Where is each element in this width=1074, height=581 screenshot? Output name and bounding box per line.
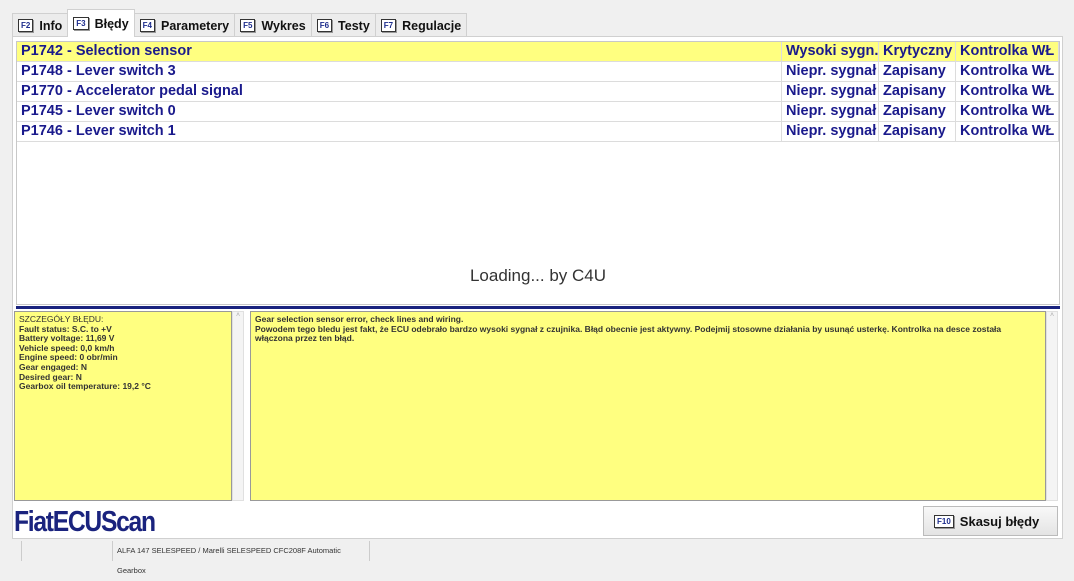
- fault-type: Niepr. sygnał: [782, 102, 879, 121]
- fault-status: Zapisany: [879, 82, 956, 101]
- app-logo: FiatECUScan: [14, 506, 156, 538]
- fault-lamp: Kontrolka WŁ: [956, 122, 1059, 141]
- fault-code: P1742 - Selection sensor: [17, 42, 782, 61]
- description-line: Powodem tego bledu jest fakt, że ECU ode…: [255, 323, 1002, 344]
- fault-code: P1770 - Accelerator pedal signal: [17, 82, 782, 101]
- key-badge: F5: [240, 19, 256, 32]
- fault-type: Niepr. sygnał: [782, 62, 879, 81]
- fault-row[interactable]: P1770 - Accelerator pedal signal Niepr. s…: [17, 82, 1059, 102]
- clear-errors-button[interactable]: F10 Skasuj błędy: [923, 506, 1058, 536]
- separator: [16, 306, 1060, 309]
- fault-row[interactable]: P1748 - Lever switch 3 Niepr. sygnał Zapis…: [17, 62, 1059, 82]
- fault-description-box[interactable]: Gear selection sensor error, check lines…: [250, 311, 1046, 501]
- fault-code: P1745 - Lever switch 0: [17, 102, 782, 121]
- key-badge: F3: [73, 17, 89, 30]
- status-cell: [22, 541, 113, 561]
- fault-type: Wysoki sygn.: [782, 42, 879, 61]
- tab-errors[interactable]: F3 Błędy: [67, 9, 135, 37]
- tab-info[interactable]: F2 Info: [12, 13, 69, 37]
- tab-label: Testy: [338, 18, 370, 33]
- fault-details-box[interactable]: SZCZEGÓŁY BŁĘDU: Fault status: S.C. to +V…: [14, 311, 232, 501]
- fault-lamp: Kontrolka WŁ: [956, 42, 1059, 61]
- tab-tests[interactable]: F6 Testy: [310, 13, 376, 37]
- tab-chart[interactable]: F5 Wykres: [234, 13, 312, 37]
- loading-text: Loading... by C4U: [469, 266, 607, 285]
- tab-bar: F2 Info F3 Błędy F4 Parametery F5 Wykres F6 T…: [12, 9, 468, 37]
- tab-label: Regulacje: [402, 18, 462, 33]
- fault-list: P1742 - Selection sensor Wysoki sygn. Kryt…: [16, 41, 1060, 305]
- key-badge: F2: [18, 19, 34, 32]
- fault-row[interactable]: P1746 - Lever switch 1 Niepr. sygnał Zapis…: [17, 122, 1059, 142]
- tab-adjustments[interactable]: F7 Regulacje: [374, 13, 468, 37]
- details-scrollbar[interactable]: ˄: [232, 311, 244, 501]
- fault-code: P1748 - Lever switch 3: [17, 62, 782, 81]
- tab-label: Parametery: [161, 18, 230, 33]
- fault-type: Niepr. sygnał: [782, 82, 879, 101]
- fault-code: P1746 - Lever switch 1: [17, 122, 782, 141]
- tab-label: Wykres: [261, 18, 306, 33]
- fault-status: Zapisany: [879, 102, 956, 121]
- tab-label: Błędy: [94, 16, 129, 31]
- fault-status: Zapisany: [879, 62, 956, 81]
- fault-type: Niepr. sygnał: [782, 122, 879, 141]
- vehicle-info: ALFA 147 SELESPEED / Marelli SELESPEED C…: [113, 541, 370, 575]
- key-badge: F10: [934, 514, 954, 528]
- fault-status: Zapisany: [879, 122, 956, 141]
- description-scrollbar[interactable]: ˄: [1046, 311, 1058, 501]
- status-cell: [0, 541, 22, 561]
- fault-row[interactable]: P1745 - Lever switch 0 Niepr. sygnał Zapis…: [17, 102, 1059, 122]
- tab-label: Info: [39, 18, 63, 33]
- detail-line: Gearbox oil temperature: 19,2 °C: [19, 381, 151, 392]
- button-label: Skasuj błędy: [959, 513, 1040, 529]
- fault-lamp: Kontrolka WŁ: [956, 82, 1059, 101]
- fault-lamp: Kontrolka WŁ: [956, 102, 1059, 121]
- tab-parameters[interactable]: F4 Parametery: [133, 13, 236, 37]
- fault-row[interactable]: P1742 - Selection sensor Wysoki sygn. Kryt…: [17, 42, 1059, 62]
- fault-status: Krytyczny: [879, 42, 956, 61]
- status-bar: ALFA 147 SELESPEED / Marelli SELESPEED C…: [0, 541, 1074, 575]
- key-badge: F7: [380, 19, 397, 32]
- key-badge: F4: [139, 19, 155, 32]
- key-badge: F6: [316, 19, 333, 32]
- fault-lamp: Kontrolka WŁ: [956, 62, 1059, 81]
